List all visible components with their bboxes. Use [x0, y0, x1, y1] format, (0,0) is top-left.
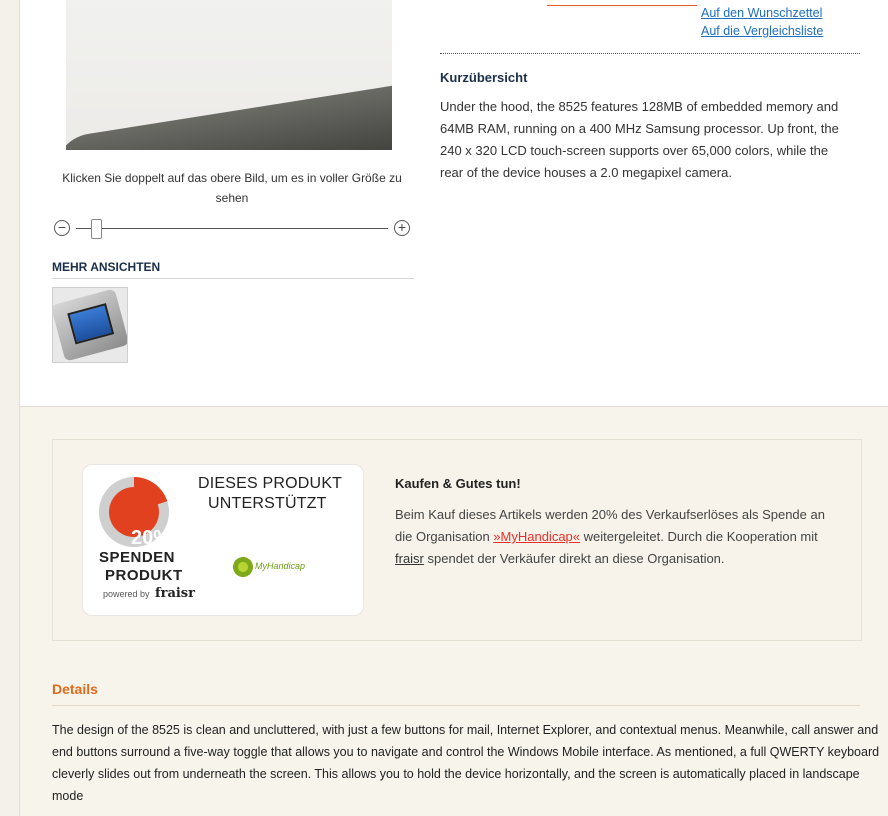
myhandicap-logo-text: MyHandicap	[255, 561, 306, 571]
donation-text-part2: weitergeleitet. Durch die Kooperation mi…	[583, 529, 818, 544]
wishlist-link[interactable]: Auf den Wunschzettel	[701, 6, 822, 20]
left-rail	[0, 0, 20, 816]
myhandicap-logo-icon	[233, 557, 253, 577]
zoom-out-icon[interactable]: −	[54, 220, 70, 236]
badge-line2: PRODUKT	[105, 567, 183, 584]
zoom-slider[interactable]: − +	[54, 218, 410, 242]
product-main-image[interactable]	[66, 0, 392, 150]
details-divider	[52, 705, 860, 706]
product-upper-section: Klicken Sie doppelt auf das obere Bild, …	[20, 0, 888, 407]
donation-title: Kaufen & Gutes tun!	[395, 476, 521, 491]
percent-pie-icon: 20%	[99, 477, 172, 549]
device-edge	[66, 80, 392, 150]
more-views-heading: MEHR ANSICHTEN	[52, 260, 414, 279]
overview-title: Kurzübersicht	[440, 70, 528, 85]
badge-percent: 20%	[131, 527, 172, 549]
fraisr-link[interactable]: fraisr	[395, 551, 424, 566]
overview-text: Under the hood, the 8525 features 128MB …	[440, 99, 839, 180]
myhandicap-link[interactable]: »MyHandicap«	[493, 529, 580, 544]
zoom-handle[interactable]	[91, 219, 103, 239]
donation-badge: 20% SPENDEN PRODUKT powered by fraisr DI…	[82, 464, 364, 616]
details-text: The design of the 8525 is clean and uncl…	[52, 723, 880, 803]
compare-link[interactable]: Auf die Vergleichsliste	[701, 24, 823, 38]
dotted-divider	[440, 53, 860, 54]
product-lower-section: 20% SPENDEN PRODUKT powered by fraisr DI…	[20, 407, 888, 816]
details-title: Details	[52, 681, 98, 697]
thumbnail-image[interactable]	[52, 287, 128, 363]
badge-line1: SPENDEN	[99, 549, 176, 566]
donation-text: Beim Kauf dieses Artikels werden 20% des…	[395, 504, 845, 570]
thumbnail-screen	[67, 303, 115, 345]
donation-box: 20% SPENDEN PRODUKT powered by fraisr DI…	[52, 439, 862, 641]
donation-text-part3: spendet der Verkäufer direkt an diese Or…	[427, 551, 725, 566]
fraisr-logo: fraisr	[155, 586, 195, 601]
wishlist-underline	[547, 5, 697, 6]
badge-header-line1: DIESES PRODUKT	[198, 475, 343, 492]
zoom-track[interactable]	[76, 228, 388, 229]
thumbnail-device-icon	[53, 288, 127, 362]
zoom-hint-text: Klicken Sie doppelt auf das obere Bild, …	[62, 171, 402, 205]
badge-header-line2: UNTERSTÜTZT	[208, 495, 327, 512]
badge-powered-by: powered by	[103, 589, 150, 599]
zoom-in-icon[interactable]: +	[394, 220, 410, 236]
